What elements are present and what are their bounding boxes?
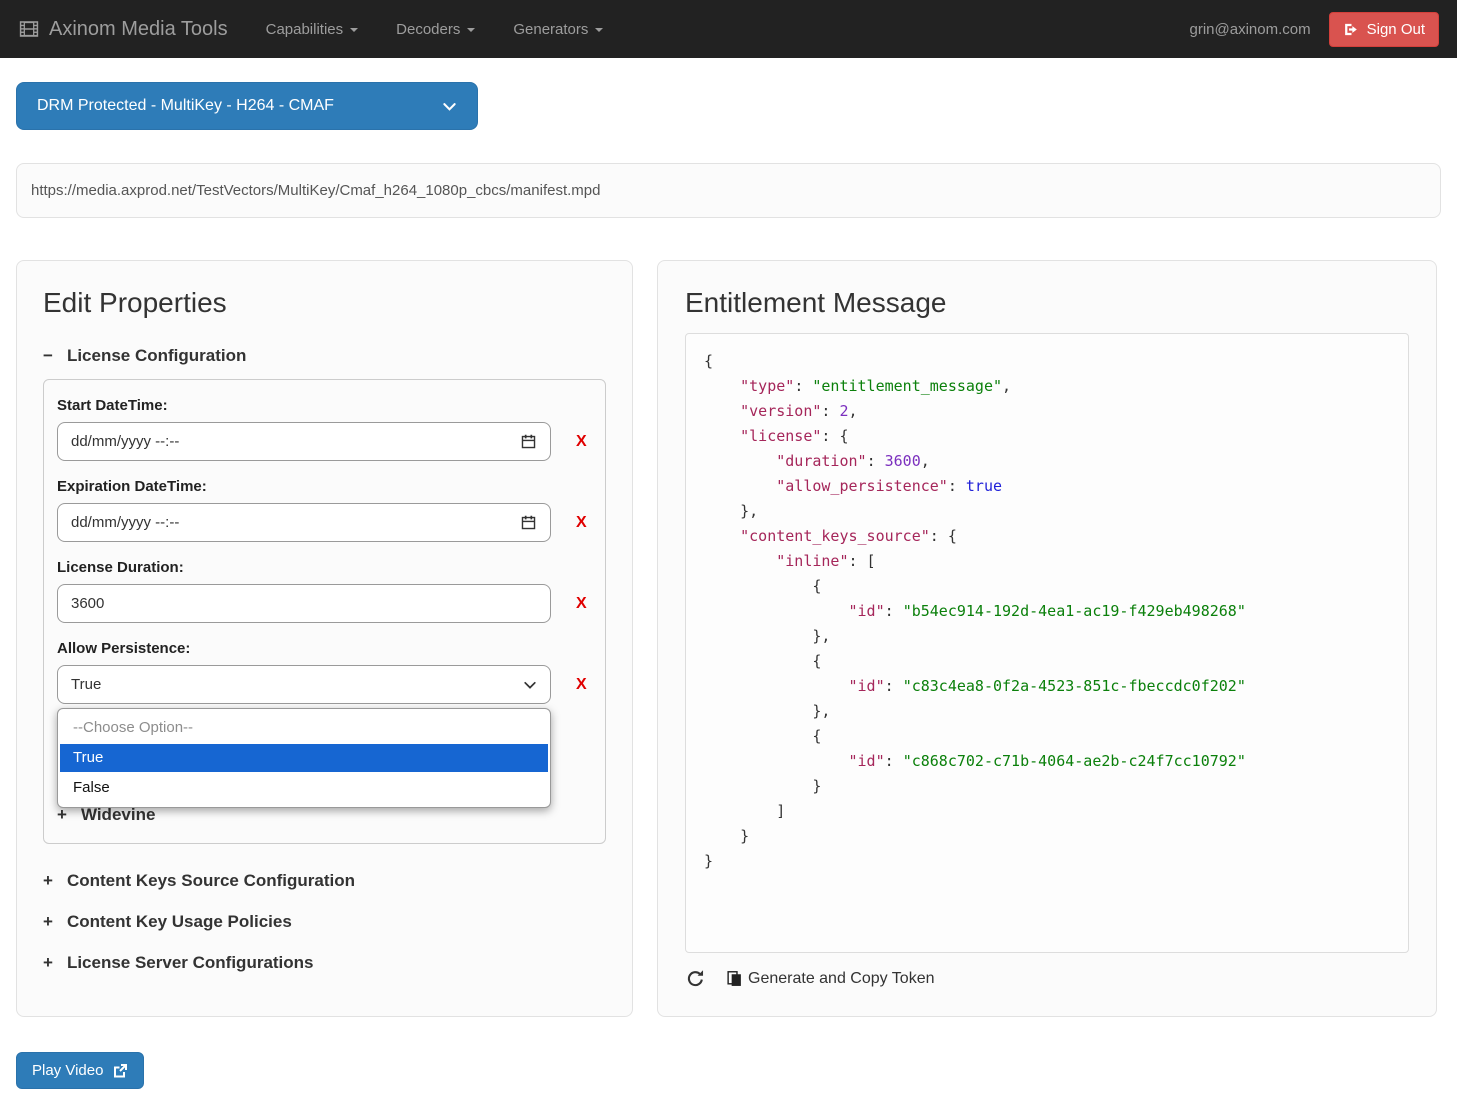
- generate-copy-token-button[interactable]: Generate and Copy Token: [726, 970, 935, 988]
- expiration-datetime-input[interactable]: dd/mm/yyyy --:--: [57, 503, 551, 542]
- calendar-icon[interactable]: [520, 433, 537, 450]
- edit-properties-panel: Edit Properties − License Configuration …: [16, 260, 633, 1017]
- main-content: DRM Protected - MultiKey - H264 - CMAF h…: [0, 58, 1457, 1089]
- collapsed-sections: + Content Keys Source Configuration + Co…: [43, 871, 606, 973]
- app-window: Axinom Media Tools Capabilities Decoders…: [0, 0, 1457, 1105]
- allow-persistence-select-wrap: True X --Choose Option-- True False: [57, 665, 592, 704]
- calendar-icon[interactable]: [520, 514, 537, 531]
- chevron-down-icon: [523, 678, 537, 692]
- allow-persistence-value: True: [71, 676, 101, 693]
- film-icon: [18, 18, 40, 40]
- chevron-down-icon: [442, 99, 457, 114]
- entitlement-message-panel: Entitlement Message { "type": "entitleme…: [657, 260, 1437, 1017]
- allow-persistence-label: Allow Persistence:: [57, 640, 592, 657]
- nav-menu-generators[interactable]: Generators: [513, 21, 603, 38]
- caret-down-icon: [595, 28, 603, 32]
- license-duration-label: License Duration:: [57, 559, 592, 576]
- section-label: Content Keys Source Configuration: [67, 871, 355, 891]
- expiration-datetime-row: dd/mm/yyyy --:-- X: [57, 503, 592, 542]
- clear-expiration-datetime-button[interactable]: X: [576, 514, 587, 532]
- generate-copy-token-label: Generate and Copy Token: [748, 970, 935, 988]
- refresh-button[interactable]: [685, 968, 706, 989]
- section-widevine[interactable]: + Widevine: [57, 805, 592, 825]
- start-datetime-row: dd/mm/yyyy --:-- X: [57, 422, 592, 461]
- entitlement-message-title: Entitlement Message: [685, 286, 1409, 320]
- panels-row: Edit Properties − License Configuration …: [16, 260, 1441, 1017]
- allow-persistence-row: True X: [57, 665, 592, 704]
- nav-menu-label: Capabilities: [266, 21, 344, 38]
- preset-dropdown-button[interactable]: DRM Protected - MultiKey - H264 - CMAF: [16, 82, 478, 130]
- expand-plus-icon: +: [43, 953, 53, 973]
- expand-plus-icon: +: [57, 805, 67, 825]
- clear-start-datetime-button[interactable]: X: [576, 433, 587, 451]
- caret-down-icon: [467, 28, 475, 32]
- nav-menu-label: Decoders: [396, 21, 460, 38]
- navbar: Axinom Media Tools Capabilities Decoders…: [0, 0, 1457, 58]
- play-video-button[interactable]: Play Video: [16, 1052, 144, 1089]
- sign-out-icon: [1343, 21, 1360, 38]
- user-email: grin@axinom.com: [1190, 21, 1311, 38]
- external-link-icon: [112, 1063, 128, 1079]
- section-label: Content Key Usage Policies: [67, 912, 292, 932]
- license-duration-value: 3600: [71, 595, 104, 612]
- nav-menu-label: Generators: [513, 21, 588, 38]
- start-datetime-label: Start DateTime:: [57, 397, 592, 414]
- nav-menu-decoders[interactable]: Decoders: [396, 21, 475, 38]
- license-duration-input[interactable]: 3600: [57, 584, 551, 623]
- expand-plus-icon: +: [43, 912, 53, 932]
- expiration-datetime-label: Expiration DateTime:: [57, 478, 592, 495]
- nav-menu-capabilities[interactable]: Capabilities: [266, 21, 359, 38]
- start-datetime-value: dd/mm/yyyy --:--: [71, 433, 179, 450]
- section-license-server-configurations[interactable]: + License Server Configurations: [43, 953, 606, 973]
- start-datetime-input[interactable]: dd/mm/yyyy --:--: [57, 422, 551, 461]
- dropdown-option-choose[interactable]: --Choose Option--: [60, 714, 548, 742]
- entitlement-json[interactable]: { "type": "entitlement_message", "versio…: [685, 333, 1409, 953]
- section-label: Widevine: [81, 805, 155, 825]
- caret-down-icon: [350, 28, 358, 32]
- copy-icon: [726, 970, 743, 987]
- clear-allow-persistence-button[interactable]: X: [576, 676, 587, 694]
- collapse-minus-icon: −: [43, 346, 53, 366]
- dropdown-option-false[interactable]: False: [60, 774, 548, 802]
- manifest-url-box[interactable]: https://media.axprod.net/TestVectors/Mul…: [16, 163, 1441, 218]
- dropdown-option-true[interactable]: True: [60, 744, 548, 772]
- allow-persistence-dropdown-list: --Choose Option-- True False: [57, 708, 551, 808]
- section-label: License Configuration: [67, 346, 246, 366]
- sign-out-button[interactable]: Sign Out: [1329, 12, 1439, 47]
- license-duration-row: 3600 X: [57, 584, 592, 623]
- brand-title: Axinom Media Tools: [49, 18, 228, 41]
- allow-persistence-select[interactable]: True: [57, 665, 551, 704]
- section-content-key-usage-policies[interactable]: + Content Key Usage Policies: [43, 912, 606, 932]
- expand-plus-icon: +: [43, 871, 53, 891]
- token-actions-row: Generate and Copy Token: [685, 968, 1409, 989]
- preset-dropdown-value: DRM Protected - MultiKey - H264 - CMAF: [37, 97, 334, 115]
- manifest-url-text: https://media.axprod.net/TestVectors/Mul…: [31, 182, 600, 199]
- section-content-keys-source-configuration[interactable]: + Content Keys Source Configuration: [43, 871, 606, 891]
- expiration-datetime-value: dd/mm/yyyy --:--: [71, 514, 179, 531]
- clear-license-duration-button[interactable]: X: [576, 595, 587, 613]
- section-license-configuration[interactable]: − License Configuration: [43, 346, 606, 366]
- nav-menus: Capabilities Decoders Generators: [266, 21, 604, 38]
- section-label: License Server Configurations: [67, 953, 314, 973]
- play-video-label: Play Video: [32, 1062, 103, 1079]
- edit-properties-title: Edit Properties: [43, 286, 606, 320]
- brand[interactable]: Axinom Media Tools: [18, 18, 228, 41]
- sign-out-label: Sign Out: [1367, 21, 1425, 38]
- license-configuration-groupbox: Start DateTime: dd/mm/yyyy --:-- X Expir…: [43, 379, 606, 844]
- navbar-right: grin@axinom.com Sign Out: [1190, 12, 1439, 47]
